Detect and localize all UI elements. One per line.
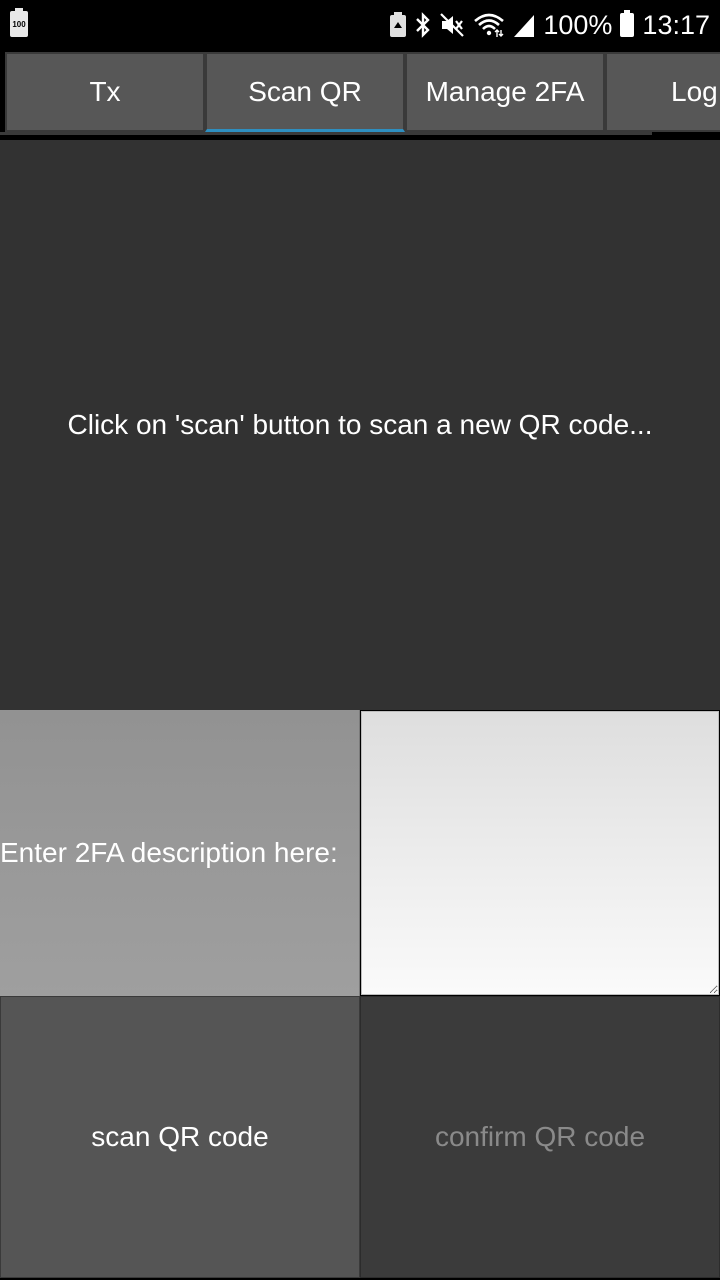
- clock: 13:17: [642, 9, 710, 40]
- signal-icon: [513, 12, 535, 38]
- status-right: 100% 13:17: [389, 0, 710, 50]
- battery-icon: [620, 10, 635, 37]
- bluetooth-icon: [415, 12, 431, 38]
- tab-manage-2fa-label: Manage 2FA: [425, 76, 585, 107]
- confirm-qr-button[interactable]: confirm QR code: [360, 996, 720, 1278]
- tab-scan-qr-label: Scan QR: [248, 75, 362, 107]
- tab-divider: [0, 132, 652, 135]
- tab-log-label: Log: [671, 76, 718, 107]
- confirm-qr-button-label: confirm QR code: [434, 1121, 646, 1152]
- tab-bar: Tx Scan QR Manage 2FA Log: [0, 50, 720, 136]
- tab-tx-label: Tx: [89, 76, 121, 107]
- scan-qr-button-label: scan QR code: [91, 1121, 269, 1152]
- description-label: Enter 2FA description here:: [0, 710, 360, 996]
- app-screen: 100 100% 13:17 Tx Scan QR Manage 2FA Log…: [0, 0, 720, 1280]
- mute-icon: [439, 12, 465, 38]
- tab-log[interactable]: Log: [605, 52, 720, 132]
- battery-small-icon: 100: [10, 8, 28, 37]
- tab-scan-qr[interactable]: Scan QR: [205, 52, 405, 132]
- scan-qr-button[interactable]: scan QR code: [0, 996, 360, 1278]
- left-battery-label: 100: [12, 19, 26, 29]
- status-left: 100: [10, 8, 28, 37]
- description-label-text: Enter 2FA description here:: [0, 837, 338, 868]
- scan-instruction-text: Click on 'scan' button to scan a new QR …: [67, 409, 653, 440]
- description-input[interactable]: [361, 711, 719, 995]
- saver-icon: [389, 12, 407, 38]
- status-bar: 100 100% 13:17: [0, 0, 720, 50]
- battery-percent: 100%: [543, 9, 613, 40]
- scan-result-area: Click on 'scan' button to scan a new QR …: [0, 140, 720, 710]
- tab-tx[interactable]: Tx: [5, 52, 205, 132]
- wifi-icon: [473, 12, 505, 38]
- tab-manage-2fa[interactable]: Manage 2FA: [405, 52, 605, 132]
